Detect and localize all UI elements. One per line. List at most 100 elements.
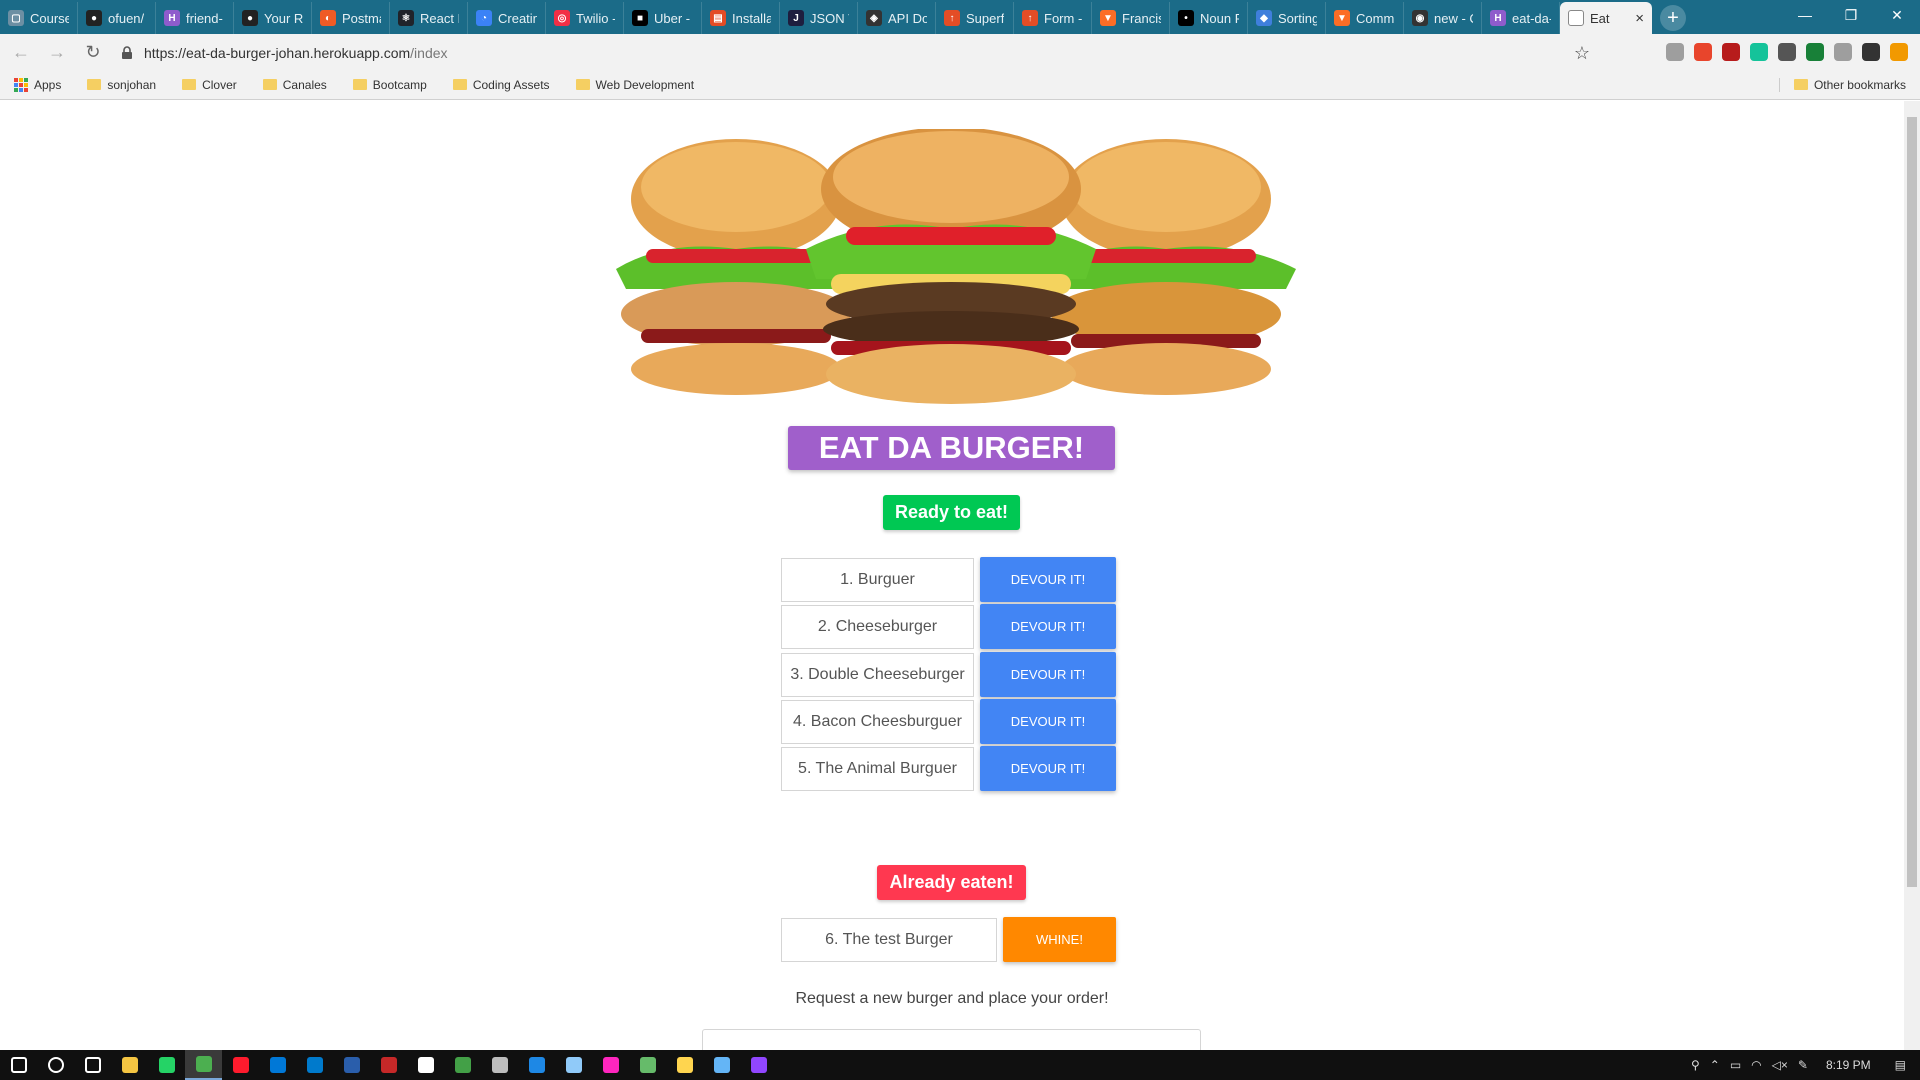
extension-icon[interactable]	[1750, 43, 1768, 61]
tab-title: Course	[30, 10, 69, 26]
restore-icon[interactable]: ❐	[1828, 0, 1874, 30]
folder-icon	[182, 79, 197, 90]
task-view-icon[interactable]	[74, 1050, 111, 1080]
edge-icon[interactable]	[259, 1050, 296, 1080]
adobe-xd-icon[interactable]	[592, 1050, 629, 1080]
whine-button[interactable]: WHINE!	[1003, 917, 1116, 962]
tab-title: Installa	[732, 10, 771, 26]
browser-tab[interactable]: ⚛ React R	[390, 2, 468, 34]
extension-icon[interactable]	[1722, 43, 1740, 61]
app-red-icon[interactable]	[370, 1050, 407, 1080]
bookmark-folder[interactable]: Web Development	[562, 78, 707, 92]
new-burger-input[interactable]	[702, 1029, 1201, 1050]
chevron-up-icon[interactable]: ⌃	[1710, 1058, 1720, 1072]
opera-icon[interactable]	[222, 1050, 259, 1080]
extension-icon[interactable]	[1666, 43, 1684, 61]
wifi-icon[interactable]: ◠	[1751, 1058, 1761, 1072]
app-grey-icon[interactable]	[481, 1050, 518, 1080]
extension-icon[interactable]	[1834, 43, 1852, 61]
other-bookmarks[interactable]: Other bookmarks	[1778, 77, 1920, 92]
notification-icon[interactable]: ▤	[1895, 1058, 1906, 1072]
browser-tab[interactable]: ◉ new - C	[1404, 2, 1482, 34]
forward-icon[interactable]: →	[42, 37, 72, 67]
address-bar[interactable]: https://eat-da-burger-johan.herokuapp.co…	[110, 39, 1590, 67]
windows-taskbar: ⚲ ⌃ ▭ ◠ ◁× ✎ 8:19 PM ▤	[0, 1050, 1920, 1080]
tab-active[interactable]: Eat ×	[1560, 2, 1652, 34]
volume-icon[interactable]: ◁×	[1772, 1058, 1788, 1072]
app-blue-icon[interactable]	[518, 1050, 555, 1080]
page-scrollbar[interactable]	[1904, 101, 1920, 1050]
tab-title: Noun P	[1200, 10, 1239, 26]
taskbar-glyph	[269, 1057, 286, 1073]
tab-title: API Do	[888, 10, 927, 26]
browser-tab[interactable]: ◎ Twilio -	[546, 2, 624, 34]
browser-tab[interactable]: ↑ Form -	[1014, 2, 1092, 34]
app-stack-icon[interactable]	[666, 1050, 703, 1080]
clock[interactable]: 8:19 PM	[1826, 1058, 1871, 1072]
bookmark-label: Web Development	[595, 77, 695, 92]
devour-button[interactable]: DEVOUR IT!	[980, 557, 1116, 602]
mail-icon[interactable]	[407, 1050, 444, 1080]
powershell-icon[interactable]	[333, 1050, 370, 1080]
browser-tab[interactable]: • Noun P	[1170, 2, 1248, 34]
bookmark-folder[interactable]: Bootcamp	[339, 78, 439, 92]
folder-icon	[262, 79, 277, 90]
people-icon[interactable]: ⚲	[1691, 1058, 1700, 1072]
bookmark-star-icon[interactable]: ☆	[1574, 43, 1590, 64]
scrollbar-thumb[interactable]	[1907, 117, 1917, 887]
browser-tab[interactable]: ◈ API Do	[858, 2, 936, 34]
pen-icon[interactable]: ✎	[1798, 1058, 1808, 1072]
back-icon[interactable]: ←	[6, 37, 36, 67]
browser-tab[interactable]: ▢ Course	[0, 2, 78, 34]
reload-icon[interactable]: ↻	[78, 37, 108, 67]
twitch-icon[interactable]	[740, 1050, 777, 1080]
devour-button[interactable]: DEVOUR IT!	[980, 652, 1116, 697]
browser-tab[interactable]: Hfriend-	[156, 2, 234, 34]
new-tab-button[interactable]: +	[1660, 5, 1686, 31]
extension-icon[interactable]	[1862, 43, 1880, 61]
browser-tab[interactable]: ▤ Installa	[702, 2, 780, 34]
apps-shortcut[interactable]: Apps	[0, 77, 73, 92]
burger-name: 5. The Animal Burguer	[781, 747, 974, 791]
devour-button[interactable]: DEVOUR IT!	[980, 746, 1116, 791]
minimize-icon[interactable]: —	[1782, 0, 1828, 30]
tab-title: new - C	[1434, 10, 1473, 26]
browser-tab[interactable]: ◔ Creatin	[468, 2, 546, 34]
extension-icon[interactable]	[1806, 43, 1824, 61]
bookmark-label: Bootcamp	[372, 77, 427, 92]
folder-icon	[1793, 79, 1808, 90]
vscode-icon[interactable]	[296, 1050, 333, 1080]
chrome-icon[interactable]	[185, 1050, 222, 1080]
extension-icon[interactable]	[1778, 43, 1796, 61]
browser-tab[interactable]: Heat-da-	[1482, 2, 1560, 34]
close-window-icon[interactable]: ✕	[1874, 0, 1920, 30]
devour-button[interactable]: DEVOUR IT!	[980, 604, 1116, 649]
devour-button[interactable]: DEVOUR IT!	[980, 699, 1116, 744]
file-explorer-icon[interactable]	[111, 1050, 148, 1080]
bookmark-folder[interactable]: Coding Assets	[439, 78, 562, 92]
browser-tab[interactable]: ▼ Comm	[1326, 2, 1404, 34]
bookmark-folder[interactable]: Canales	[249, 78, 339, 92]
app-green-icon[interactable]	[444, 1050, 481, 1080]
extension-icon[interactable]	[1694, 43, 1712, 61]
whatsapp-icon[interactable]	[148, 1050, 185, 1080]
browser-tab[interactable]: ● Your Re	[234, 2, 312, 34]
browser-tab[interactable]: ● ofuen/	[78, 2, 156, 34]
browser-tab[interactable]: ↑ Superf	[936, 2, 1014, 34]
bookmark-folder[interactable]: Clover	[168, 78, 249, 92]
browser-tab[interactable]: ▼ Francis	[1092, 2, 1170, 34]
app-monitor-icon[interactable]	[703, 1050, 740, 1080]
browser-tab[interactable]: ■ Uber -	[624, 2, 702, 34]
bookmark-folder[interactable]: sonjohan	[73, 78, 168, 92]
battery-icon[interactable]: ▭	[1730, 1058, 1741, 1072]
tab-favicon-icon: ■	[632, 10, 648, 26]
notepad-icon[interactable]	[555, 1050, 592, 1080]
browser-tab[interactable]: ◆ Sorting	[1248, 2, 1326, 34]
extension-icon[interactable]	[1890, 43, 1908, 61]
app-triangle-icon[interactable]	[629, 1050, 666, 1080]
browser-tab[interactable]: J JSON V	[780, 2, 858, 34]
search-icon[interactable]	[37, 1050, 74, 1080]
close-icon[interactable]: ×	[1635, 10, 1644, 27]
browser-tab[interactable]: ◐ Postma	[312, 2, 390, 34]
windows-start-icon[interactable]	[0, 1050, 37, 1080]
